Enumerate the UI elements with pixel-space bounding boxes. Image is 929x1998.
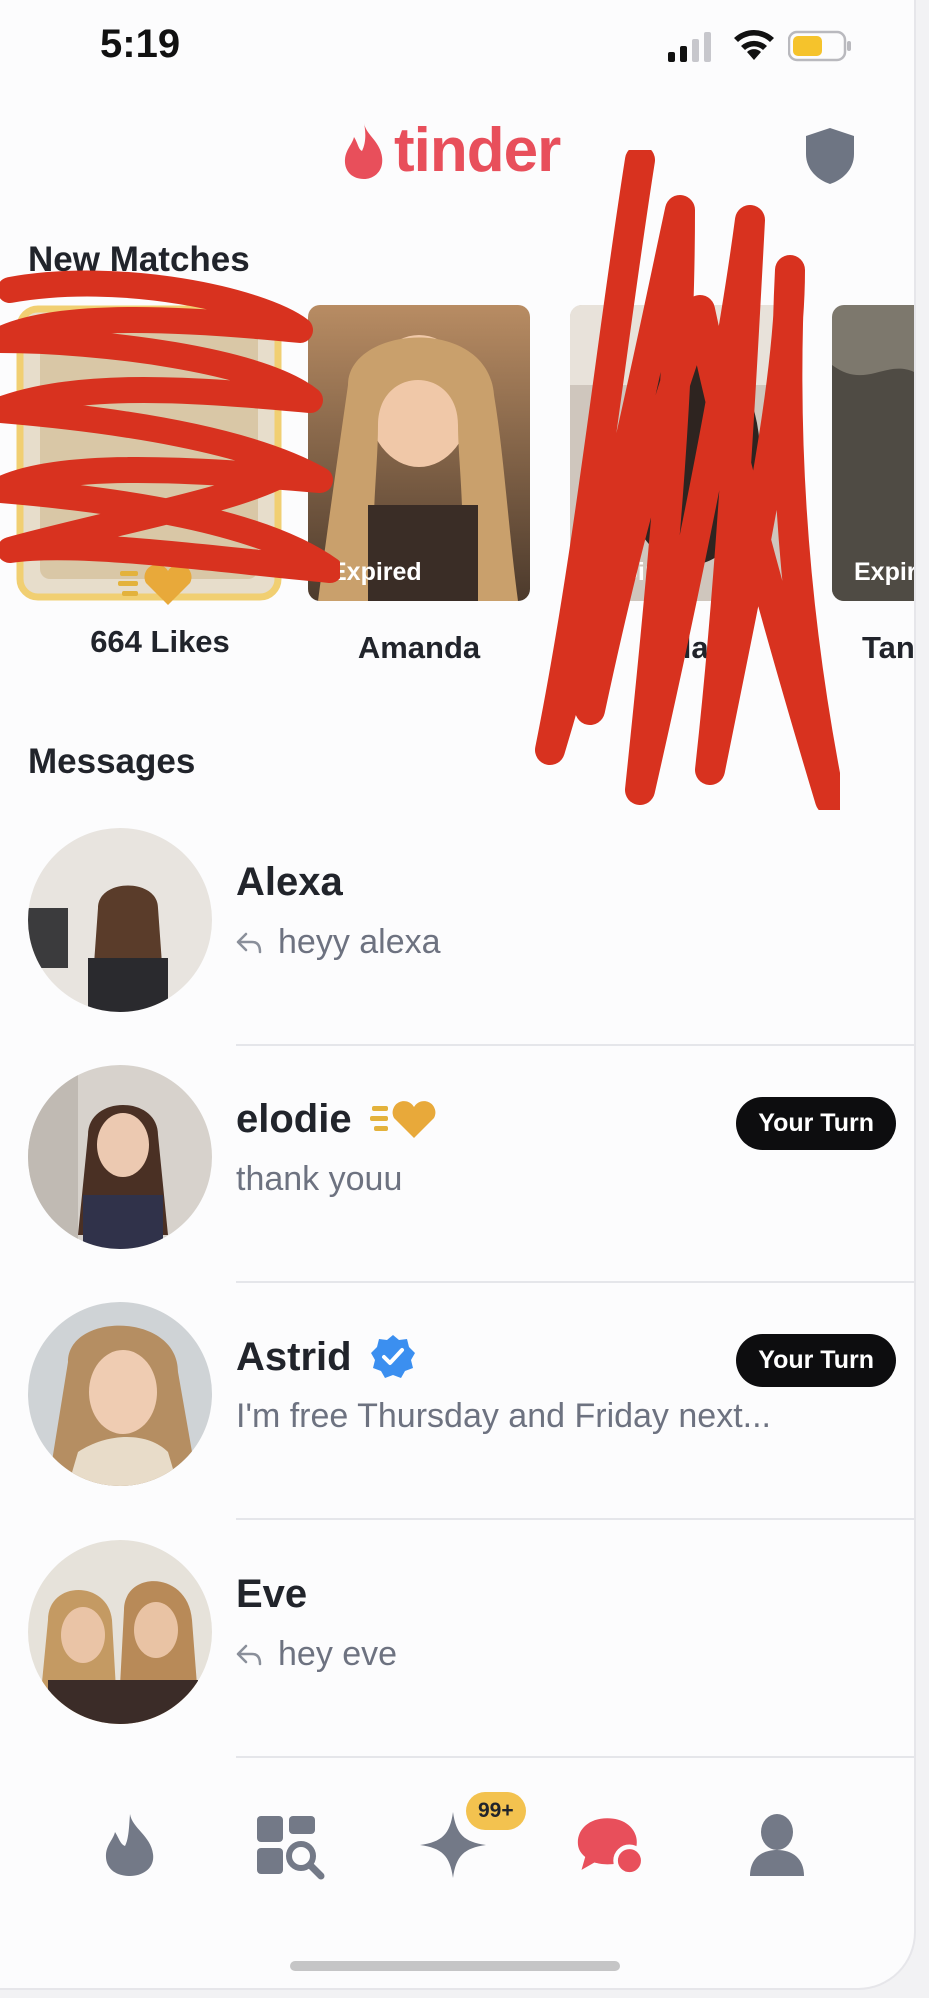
reply-icon <box>236 932 262 953</box>
your-turn-badge: Your Turn <box>736 1334 896 1387</box>
likes-card-frame <box>16 305 282 601</box>
likes-card[interactable] <box>0 305 285 605</box>
logo-text: tinder <box>394 116 561 185</box>
preview-text: thank youu <box>236 1160 403 1198</box>
message-row-alexa[interactable]: Alexa heyy alexa <box>0 828 914 1064</box>
divider <box>236 1518 914 1520</box>
contact-name: Astrid <box>236 1334 416 1380</box>
reply-icon <box>236 1644 262 1665</box>
match-photo <box>832 305 914 601</box>
signal-icon <box>668 32 711 62</box>
chat-icon[interactable] <box>576 1810 646 1880</box>
message-preview: I'm free Thursday and Friday next... <box>236 1397 771 1436</box>
battery-icon <box>788 30 851 62</box>
screen: 5:19 tinder New Matches 664 Likes Expire… <box>0 0 916 1990</box>
your-turn-badge: Your Turn <box>736 1097 896 1150</box>
message-preview: heyy alexa <box>236 923 441 962</box>
divider <box>236 1281 914 1283</box>
divider <box>236 1044 914 1046</box>
contact-name-text: Eve <box>236 1572 308 1616</box>
avatar <box>28 1065 212 1249</box>
contact-name-text: elodie <box>236 1097 352 1141</box>
verified-badge-icon <box>370 1335 415 1378</box>
contact-name: elodie <box>236 1097 436 1142</box>
message-row-elodie[interactable]: elodie thank youu Your Turn <box>0 1065 914 1301</box>
preview-text: heyy alexa <box>278 923 441 961</box>
match-card-amanda[interactable]: Expired <box>308 305 530 601</box>
match-photo <box>308 305 530 601</box>
avatar <box>28 1540 212 1724</box>
gold-heart-icon <box>118 564 192 605</box>
match-status: Expir <box>854 558 916 586</box>
likes-count-label: 664 Likes <box>90 624 230 659</box>
match-status: Expired <box>592 558 684 586</box>
contact-name: Eve <box>236 1572 307 1617</box>
match-photo <box>570 305 792 601</box>
wifi-icon <box>734 30 774 60</box>
status-time: 5:19 <box>100 22 181 66</box>
super-like-heart-icon <box>369 1100 436 1138</box>
profile-icon[interactable] <box>742 1810 812 1880</box>
message-row-astrid[interactable]: Astrid I'm free Thursday and Friday next… <box>0 1302 914 1538</box>
home-indicator <box>290 1961 620 1971</box>
flame-icon[interactable] <box>95 1810 165 1880</box>
preview-text: I'm free Thursday and Friday next... <box>236 1397 771 1435</box>
flame-logo-icon <box>344 123 383 179</box>
preview-text: hey eve <box>278 1635 398 1673</box>
match-name-tan: Tan <box>862 630 915 665</box>
message-preview: hey eve <box>236 1635 397 1674</box>
sparkle-badge: 99+ <box>466 1792 526 1830</box>
explore-icon[interactable] <box>255 1810 325 1880</box>
match-card-tan[interactable]: Expir <box>832 305 916 601</box>
divider <box>236 1756 914 1758</box>
avatar <box>28 1302 212 1486</box>
avatar <box>28 828 212 1012</box>
match-name-ella: Ella <box>653 630 709 665</box>
message-row-eve[interactable]: Eve hey eve <box>0 1540 914 1776</box>
new-matches-title: New Matches <box>28 240 250 279</box>
match-card-ella[interactable]: Expired <box>570 305 792 601</box>
messages-title: Messages <box>28 742 196 781</box>
safety-shield-icon[interactable] <box>804 126 856 186</box>
match-name-amanda: Amanda <box>357 630 481 665</box>
contact-name-text: Alexa <box>236 860 343 904</box>
match-status: Expired <box>330 558 422 586</box>
contact-name-text: Astrid <box>236 1334 352 1379</box>
message-preview: thank youu <box>236 1160 402 1199</box>
tinder-logo: tinder <box>340 116 561 185</box>
contact-name: Alexa <box>236 860 343 905</box>
